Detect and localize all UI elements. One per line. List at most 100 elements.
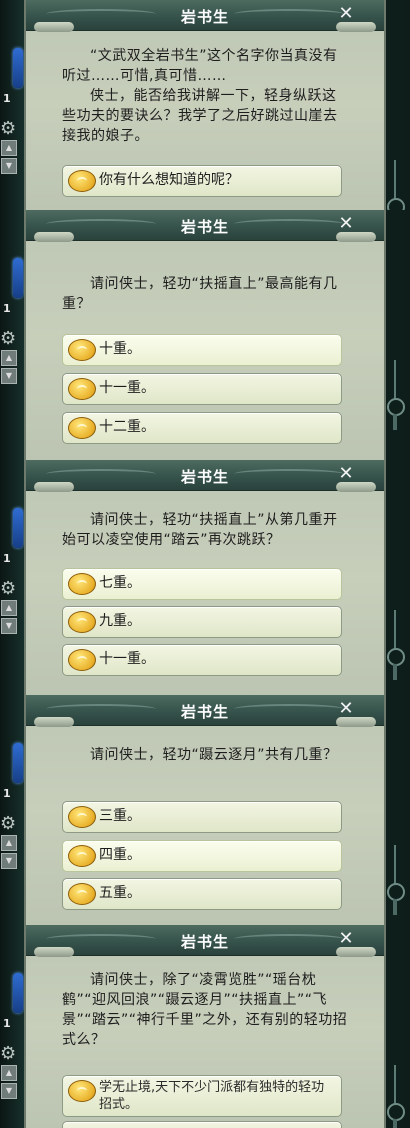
dialog-panel-2: 1 ⚙ ▲ ▼ 岩书生 ✕ 请问侠士，轻功“扶摇直上”最高能有几重？ 十重。 十… [0,210,410,460]
dialog-title: 岩书生 [180,468,229,486]
gear-icon[interactable]: ⚙ [0,578,16,599]
side-count: 1 [3,1017,11,1030]
dialog-title: 岩书生 [180,703,229,721]
option-label: 十二重。 [99,419,155,435]
option-label: 十一重。 [99,380,155,396]
side-count: 1 [3,787,11,800]
dialog-text: 请问侠士，轻功“蹑云逐月”共有几重？ [62,745,350,765]
scroll-down-button[interactable]: ▼ [1,1083,17,1099]
speech-bubble-icon [68,1080,96,1102]
dialog-title: 岩书生 [180,933,229,951]
gear-icon[interactable]: ⚙ [0,1043,16,1064]
blue-tab[interactable] [13,48,23,88]
dialog-option[interactable]: 三重。 [62,801,342,833]
title-bar: 岩书生 ✕ [26,460,384,491]
side-toolbar: 1 ⚙ ▲ ▼ [0,925,23,1128]
dialog-text: “文武双全岩书生”这个名字你当真没有听过……可惜,真可惜…… 侠士，能否给我讲解… [62,46,350,146]
dialog-option[interactable]: 七重。 [62,568,342,600]
speech-bubble-icon [68,883,96,905]
scroll-rod-right [336,717,376,727]
dialog-paragraph: “文武双全岩书生”这个名字你当真没有听过……可惜,真可惜…… [62,48,338,84]
dialog-option[interactable]: 十重。 [62,334,342,366]
scroll-down-button[interactable]: ▼ [1,158,17,174]
speech-bubble-icon [68,649,96,671]
dialog-text: 请问侠士，除了“凌霄览胜”“瑶台枕鹤”“迎风回浪”“蹑云逐月”“扶摇直上”“飞景… [62,970,350,1050]
blue-tab[interactable] [13,973,23,1013]
option-label: 五重。 [99,885,141,901]
dialog-paragraph: 侠士，能否给我讲解一下，轻身纵跃这些功夫的要诀么？我学了之后好跳过山崖去接我的娘… [62,88,338,144]
scroll-rod-left [34,482,74,492]
option-label: 学无止境,天下不少门派都有独特的轻功招式。 [99,1080,325,1112]
tassel-ornament [386,160,405,210]
scroll-rod-right [336,232,376,242]
side-count: 1 [3,552,11,565]
scroll-up-button[interactable]: ▲ [1,1065,17,1081]
side-toolbar: 1 ⚙ ▲ ▼ [0,460,23,695]
dialog-option[interactable]: 十二重。 [62,412,342,444]
close-icon[interactable]: ✕ [336,929,356,949]
gear-icon[interactable]: ⚙ [0,328,16,349]
blue-tab[interactable] [13,258,23,298]
tassel-ornament [386,845,405,915]
dialog-paragraph: 请问侠士，轻功“扶摇直上”从第几重开始可以凌空使用“踏云”再次跳跃？ [62,512,338,548]
close-icon[interactable]: ✕ [336,4,356,24]
title-bar: 岩书生 ✕ [26,0,384,31]
side-count: 1 [3,92,11,105]
scroll-up-button[interactable]: ▲ [1,350,17,366]
side-count: 1 [3,302,11,315]
speech-bubble-icon [68,845,96,867]
dialog-panel-4: 1 ⚙ ▲ ▼ 岩书生 ✕ 请问侠士，轻功“蹑云逐月”共有几重？ 三重。 四重。… [0,695,410,925]
dialog-option[interactable]: 十一重。 [62,644,342,676]
speech-bubble-icon [68,170,96,192]
tassel-ornament [386,1065,405,1128]
option-label: 十一重。 [99,651,155,667]
scroll-up-button[interactable]: ▲ [1,835,17,851]
gear-icon[interactable]: ⚙ [0,118,16,139]
dialog-title: 岩书生 [180,8,229,26]
scroll-down-button[interactable]: ▼ [1,618,17,634]
dialog-option-partial[interactable] [62,1121,342,1128]
dialog-panel-5: 1 ⚙ ▲ ▼ 岩书生 ✕ 请问侠士，除了“凌霄览胜”“瑶台枕鹤”“迎风回浪”“… [0,925,410,1128]
dialog-option[interactable]: 学无止境,天下不少门派都有独特的轻功招式。 [62,1075,342,1117]
option-label: 四重。 [99,847,141,863]
scroll-rod-left [34,717,74,727]
close-icon[interactable]: ✕ [336,214,356,234]
blue-tab[interactable] [13,743,23,783]
blue-tab[interactable] [13,508,23,548]
scroll-up-button[interactable]: ▲ [1,600,17,616]
scroll-down-button[interactable]: ▼ [1,368,17,384]
dialog-text: 请问侠士，轻功“扶摇直上”最高能有几重？ [62,274,350,314]
speech-bubble-icon [68,806,96,828]
title-bar: 岩书生 ✕ [26,695,384,726]
dialog-text: 请问侠士，轻功“扶摇直上”从第几重开始可以凌空使用“踏云”再次跳跃？ [62,510,350,550]
close-icon[interactable]: ✕ [336,699,356,719]
dialog-option[interactable]: 十一重。 [62,373,342,405]
scroll-rod-left [34,22,74,32]
dialog-paragraph: 请问侠士，轻功“蹑云逐月”共有几重？ [90,747,338,763]
close-icon[interactable]: ✕ [336,464,356,484]
dialog-option[interactable]: 五重。 [62,878,342,910]
title-bar: 岩书生 ✕ [26,925,384,956]
dialog-option[interactable]: 九重。 [62,606,342,638]
tassel-ornament [386,610,405,680]
option-label: 九重。 [99,613,141,629]
gear-icon[interactable]: ⚙ [0,813,16,834]
scroll-up-button[interactable]: ▲ [1,140,17,156]
speech-bubble-icon [68,378,96,400]
tassel-ornament [386,360,405,430]
side-toolbar: 1 ⚙ ▲ ▼ [0,695,23,925]
dialog-option[interactable]: 你有什么想知道的呢？ [62,165,342,197]
speech-bubble-icon [68,417,96,439]
title-bar: 岩书生 ✕ [26,210,384,241]
dialog-paragraph: 请问侠士，除了“凌霄览胜”“瑶台枕鹤”“迎风回浪”“蹑云逐月”“扶摇直上”“飞景… [62,972,348,1048]
option-label: 三重。 [99,808,141,824]
speech-bubble-icon [68,339,96,361]
speech-bubble-icon [68,611,96,633]
option-label: 你有什么想知道的呢？ [99,172,239,188]
dialog-option[interactable]: 四重。 [62,840,342,872]
option-label: 十重。 [99,341,141,357]
option-label: 七重。 [99,575,141,591]
scroll-down-button[interactable]: ▼ [1,853,17,869]
scroll-rod-right [336,947,376,957]
scroll-rod-right [336,482,376,492]
